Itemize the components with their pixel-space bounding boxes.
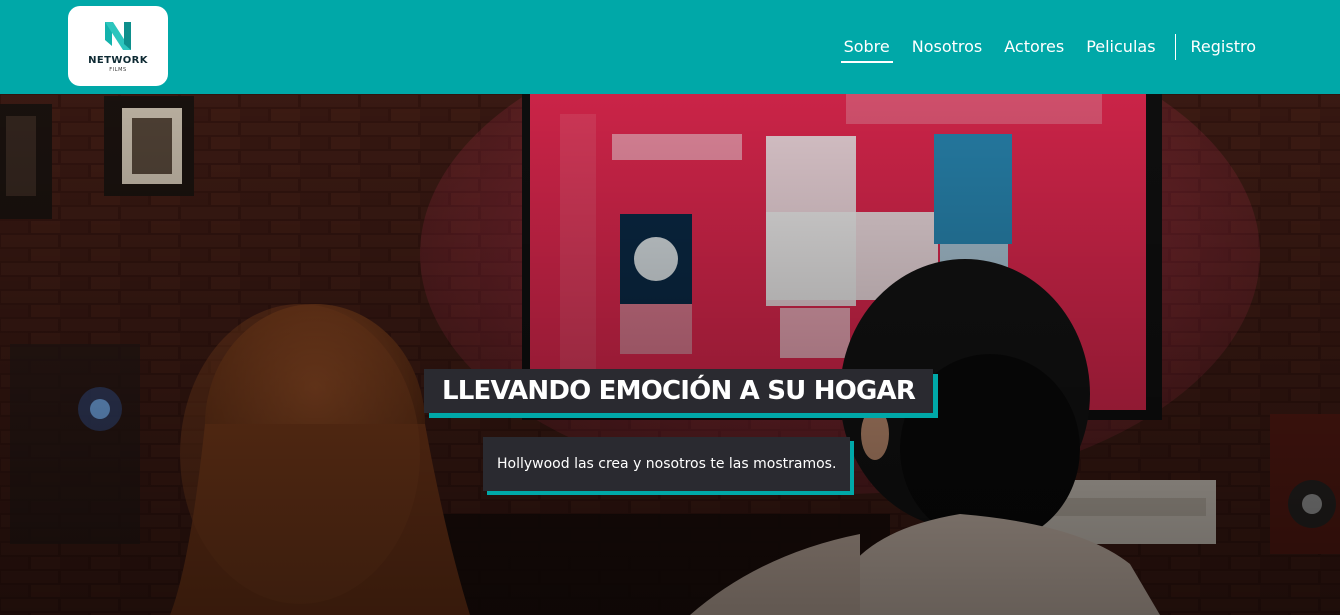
brand-logo[interactable]: NETWORK FILMS <box>68 6 168 86</box>
nav-divider <box>1174 34 1176 60</box>
n-letter-logo-icon <box>105 21 131 50</box>
hero-banner: LLEVANDO EMOCIÓN A SU HOGAR Hollywood la… <box>0 94 1340 615</box>
hero-background-image <box>0 94 1340 615</box>
main-nav: Sobre Nosotros Actores Peliculas Registr… <box>833 0 1267 94</box>
nav-link-nosotros[interactable]: Nosotros <box>901 33 994 61</box>
brand-subtitle: FILMS <box>109 66 127 73</box>
nav-link-peliculas[interactable]: Peliculas <box>1075 33 1166 61</box>
hero-subline: Hollywood las crea y nosotros te las mos… <box>483 437 851 491</box>
nav-link-actores[interactable]: Actores <box>993 33 1075 61</box>
hero-headline: LLEVANDO EMOCIÓN A SU HOGAR <box>424 369 934 413</box>
brand-name: NETWORK <box>88 54 148 66</box>
top-navbar: NETWORK FILMS Sobre Nosotros Actores Pel… <box>0 0 1340 94</box>
nav-link-registro[interactable]: Registro <box>1180 33 1267 61</box>
nav-link-sobre[interactable]: Sobre <box>833 33 901 63</box>
